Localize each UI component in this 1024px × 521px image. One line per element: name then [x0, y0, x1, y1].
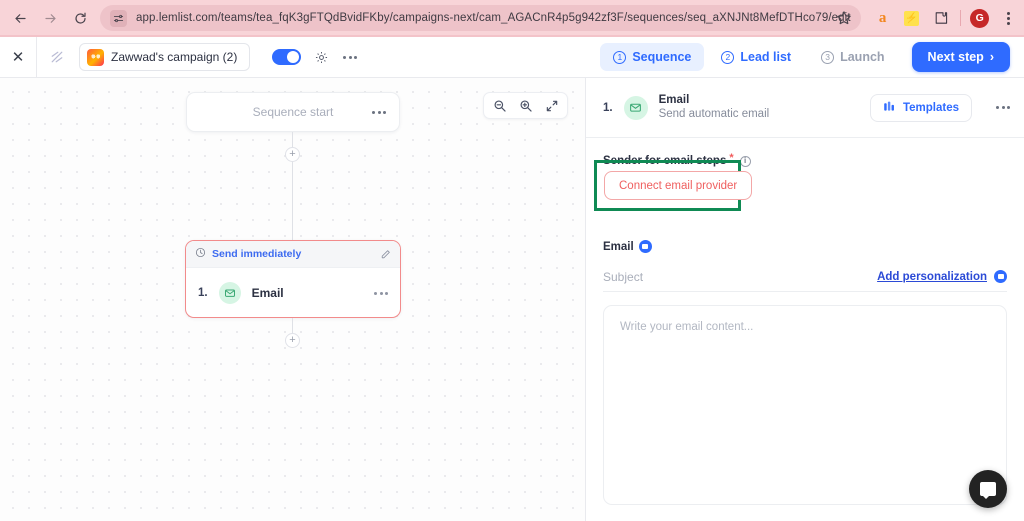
pencil-icon[interactable] — [380, 249, 391, 260]
connect-button-label: Connect email provider — [619, 179, 738, 192]
lemlist-logo-icon[interactable] — [37, 49, 77, 65]
connect-email-provider-button[interactable]: Connect email provider — [604, 171, 753, 200]
sequence-canvas[interactable]: Sequence start + Send immediately 1. Ema… — [0, 78, 585, 521]
address-bar[interactable]: app.lemlist.com/teams/tea_fqK3gFTQdBvidF… — [100, 5, 861, 31]
email-node-timing-header: Send immediately — [186, 241, 400, 268]
email-label-text: Email — [603, 240, 634, 253]
step-tabs: 1 Sequence 2 Lead list 3 Launch Next ste… — [600, 42, 1024, 72]
forward-button[interactable] — [36, 4, 64, 32]
email-section-label: Email — [603, 240, 1007, 253]
plus-icon: + — [289, 334, 296, 346]
kebab-menu-icon[interactable] — [999, 8, 1019, 28]
extensions-puzzle-icon[interactable] — [931, 8, 951, 28]
site-settings-icon[interactable] — [110, 9, 127, 27]
tab-label: Launch — [840, 50, 885, 64]
next-step-label: Next step — [927, 50, 984, 64]
add-step-button-top[interactable]: + — [285, 147, 300, 162]
sequence-start-more-menu[interactable] — [372, 110, 386, 114]
browser-nav-buttons — [0, 4, 94, 32]
chat-launcher-button[interactable] — [969, 470, 1007, 508]
campaign-name-field[interactable]: Zawwad's campaign (2) — [79, 43, 251, 71]
variable-badge-icon[interactable] — [638, 240, 652, 253]
fit-to-screen-icon[interactable] — [543, 97, 560, 114]
step-number: 3 — [821, 50, 835, 64]
email-step-panel: 1. Email Send automatic email Templates … — [585, 78, 1024, 521]
browser-extensions: a ⚡ G — [869, 8, 1024, 28]
clock-icon — [195, 245, 206, 263]
email-body-placeholder: Write your email content... — [620, 321, 754, 333]
email-step-node[interactable]: Send immediately 1. Email — [185, 240, 401, 318]
plus-icon: + — [289, 148, 296, 160]
forward-arrow-icon — [43, 11, 58, 26]
next-step-button[interactable]: Next step › — [911, 42, 1010, 72]
email-node-body: 1. Email — [186, 268, 400, 317]
chevron-right-icon: › — [989, 50, 994, 64]
tab-sequence[interactable]: 1 Sequence — [600, 43, 705, 71]
panel-more-menu[interactable] — [996, 106, 1010, 109]
templates-button[interactable]: Templates — [869, 93, 972, 122]
panel-step-titles: Email Send automatic email — [659, 93, 770, 122]
app-header: ✕ Zawwad's campaign (2) 1 Sequence 2 Lea… — [0, 36, 1024, 78]
close-button[interactable]: ✕ — [0, 37, 36, 77]
campaign-more-menu[interactable] — [343, 55, 358, 59]
subject-input[interactable] — [603, 269, 878, 284]
templates-icon — [883, 100, 896, 116]
campaign-enabled-toggle[interactable] — [272, 49, 302, 65]
toolbar-divider — [959, 10, 961, 26]
subject-row[interactable]: Add personalization — [603, 262, 1007, 292]
connector-line-bottom — [292, 318, 293, 333]
info-icon[interactable]: i — [739, 155, 751, 167]
profile-initial: G — [970, 8, 990, 28]
envelope-icon — [623, 95, 648, 120]
email-step-more-menu[interactable] — [374, 291, 388, 295]
panel-step-index: 1. — [603, 101, 613, 114]
tab-lead-list[interactable]: 2 Lead list — [708, 43, 804, 71]
sequence-start-label: Sequence start — [252, 105, 334, 119]
templates-label: Templates — [902, 101, 959, 114]
timing-label: Send immediately — [212, 248, 302, 260]
campaign-name-label: Zawwad's campaign (2) — [111, 50, 238, 64]
tab-label: Lead list — [740, 50, 792, 64]
step-number: 1 — [613, 50, 627, 64]
variable-badge-icon[interactable] — [994, 270, 1007, 283]
star-icon[interactable] — [835, 9, 853, 27]
zoom-in-icon[interactable] — [517, 97, 534, 114]
back-button[interactable] — [6, 4, 34, 32]
tab-launch[interactable]: 3 Launch — [808, 43, 897, 71]
chat-bubble-icon — [980, 482, 996, 499]
email-body-editor[interactable]: Write your email content... — [603, 305, 1007, 505]
sequence-start-node[interactable]: Sequence start — [186, 92, 400, 132]
url-text: app.lemlist.com/teams/tea_fqK3gFTQdBvidF… — [136, 12, 851, 24]
lightning-extension-icon[interactable]: ⚡ — [902, 8, 922, 28]
back-arrow-icon — [13, 11, 28, 26]
panel-body: Sender for email steps * i Connect email… — [586, 138, 1024, 505]
step-number: 2 — [721, 50, 735, 64]
add-step-button-bottom[interactable]: + — [285, 333, 300, 348]
panel-step-subtitle: Send automatic email — [658, 108, 770, 121]
amazon-extension-icon[interactable]: a — [873, 8, 893, 28]
panel-header: 1. Email Send automatic email Templates — [586, 78, 1024, 138]
step-index: 1. — [198, 287, 208, 299]
step-name-label: Email — [251, 286, 284, 300]
avatar[interactable]: G — [970, 8, 990, 28]
reload-icon — [73, 11, 88, 26]
reload-button[interactable] — [66, 4, 94, 32]
gear-icon[interactable] — [314, 50, 329, 65]
tab-label: Sequence — [632, 50, 692, 64]
envelope-icon — [218, 282, 241, 304]
party-face-emoji — [87, 48, 104, 66]
add-personalization-link[interactable]: Add personalization — [877, 271, 987, 283]
connector-line-mid — [292, 162, 293, 240]
browser-toolbar: app.lemlist.com/teams/tea_fqK3gFTQdBvidF… — [0, 0, 1024, 36]
close-icon: ✕ — [11, 49, 25, 66]
panel-step-title: Email — [658, 93, 690, 106]
zoom-out-icon[interactable] — [491, 97, 508, 114]
connector-line-top — [292, 132, 293, 147]
zoom-controls — [483, 92, 568, 119]
